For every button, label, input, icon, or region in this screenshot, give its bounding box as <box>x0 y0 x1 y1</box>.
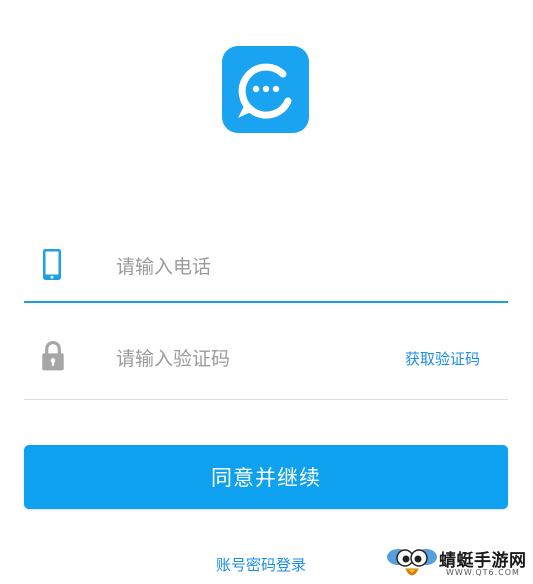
phone-input[interactable] <box>116 249 376 285</box>
dragonfly-mascot-icon <box>387 549 437 576</box>
watermark-url: WWW.QT6.COM <box>446 568 520 577</box>
verification-code-input[interactable] <box>116 341 366 377</box>
phone-icon <box>43 249 61 280</box>
watermark: 蜻蜓手游网 WWW.QT6.COM <box>386 543 531 583</box>
chat-bubble-c-logo-icon <box>238 63 292 119</box>
get-verification-code-button[interactable]: 获取验证码 <box>405 348 480 369</box>
lock-icon <box>42 341 64 371</box>
verification-code-row: 获取验证码 <box>24 329 508 400</box>
agree-and-continue-button[interactable]: 同意并继续 <box>24 445 508 509</box>
password-login-link[interactable]: 账号密码登录 <box>216 554 306 575</box>
phone-row <box>24 235 508 303</box>
app-logo <box>222 46 309 133</box>
